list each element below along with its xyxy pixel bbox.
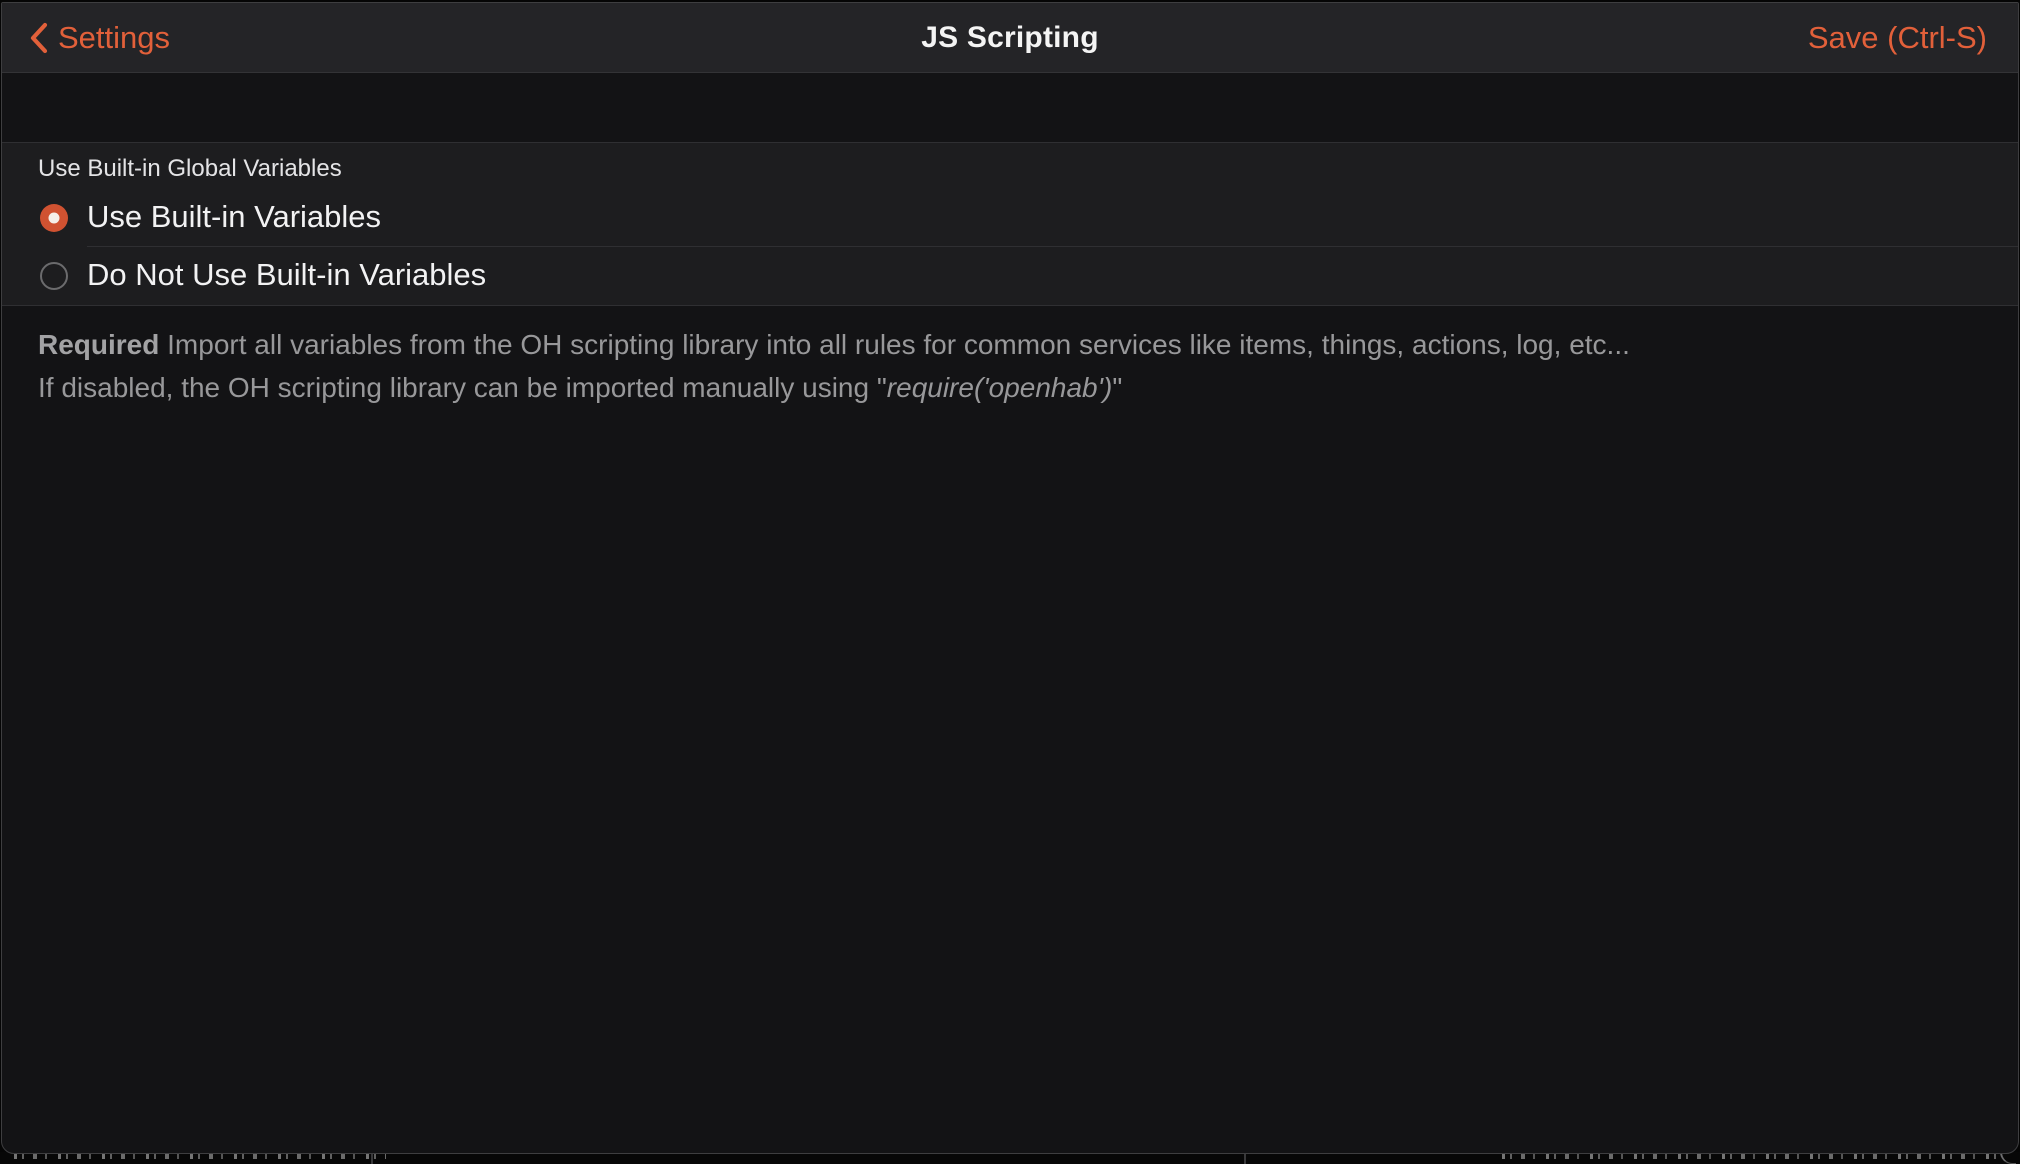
- description-line-2-prefix: If disabled, the OH scripting library ca…: [38, 372, 887, 403]
- top-spacer: [2, 73, 2018, 142]
- description-line-2: If disabled, the OH scripting library ca…: [38, 366, 1958, 409]
- radio-option-label: Do Not Use Built-in Variables: [87, 259, 486, 292]
- page-title: JS Scripting: [921, 21, 1098, 55]
- clipped-background-text-right: [1502, 1154, 2000, 1159]
- radio-option-use-built-in-variables[interactable]: Use Built-in Variables: [2, 189, 2018, 247]
- required-badge-text: Required: [38, 329, 159, 360]
- radio-selected-icon: [40, 204, 68, 232]
- save-button[interactable]: Save (Ctrl-S): [1808, 22, 2018, 53]
- description-line-2-suffix: ": [1112, 372, 1122, 403]
- js-scripting-settings-panel: Settings JS Scripting Save (Ctrl-S) Use …: [1, 2, 2019, 1154]
- navbar: Settings JS Scripting Save (Ctrl-S): [2, 3, 2018, 73]
- setting-group-label: Use Built-in Global Variables: [2, 143, 2018, 189]
- radio-option-label: Use Built-in Variables: [87, 201, 381, 234]
- back-to-settings-button[interactable]: Settings: [2, 22, 170, 54]
- radio-option-do-not-use-built-in-variables[interactable]: Do Not Use Built-in Variables: [2, 247, 2018, 305]
- radio-unselected-icon: [40, 262, 68, 290]
- require-openhab-code: require('openhab'): [887, 372, 1113, 403]
- back-button-label: Settings: [58, 22, 170, 53]
- chevron-left-icon: [29, 22, 49, 54]
- description-line-1-text: Import all variables from the OH scripti…: [159, 329, 1630, 360]
- clipped-background-text-left: [14, 1154, 386, 1159]
- description-line-1: Required Import all variables from the O…: [38, 323, 1958, 366]
- setting-description: Required Import all variables from the O…: [2, 306, 2018, 409]
- built-in-variables-setting-group: Use Built-in Global Variables Use Built-…: [2, 142, 2018, 306]
